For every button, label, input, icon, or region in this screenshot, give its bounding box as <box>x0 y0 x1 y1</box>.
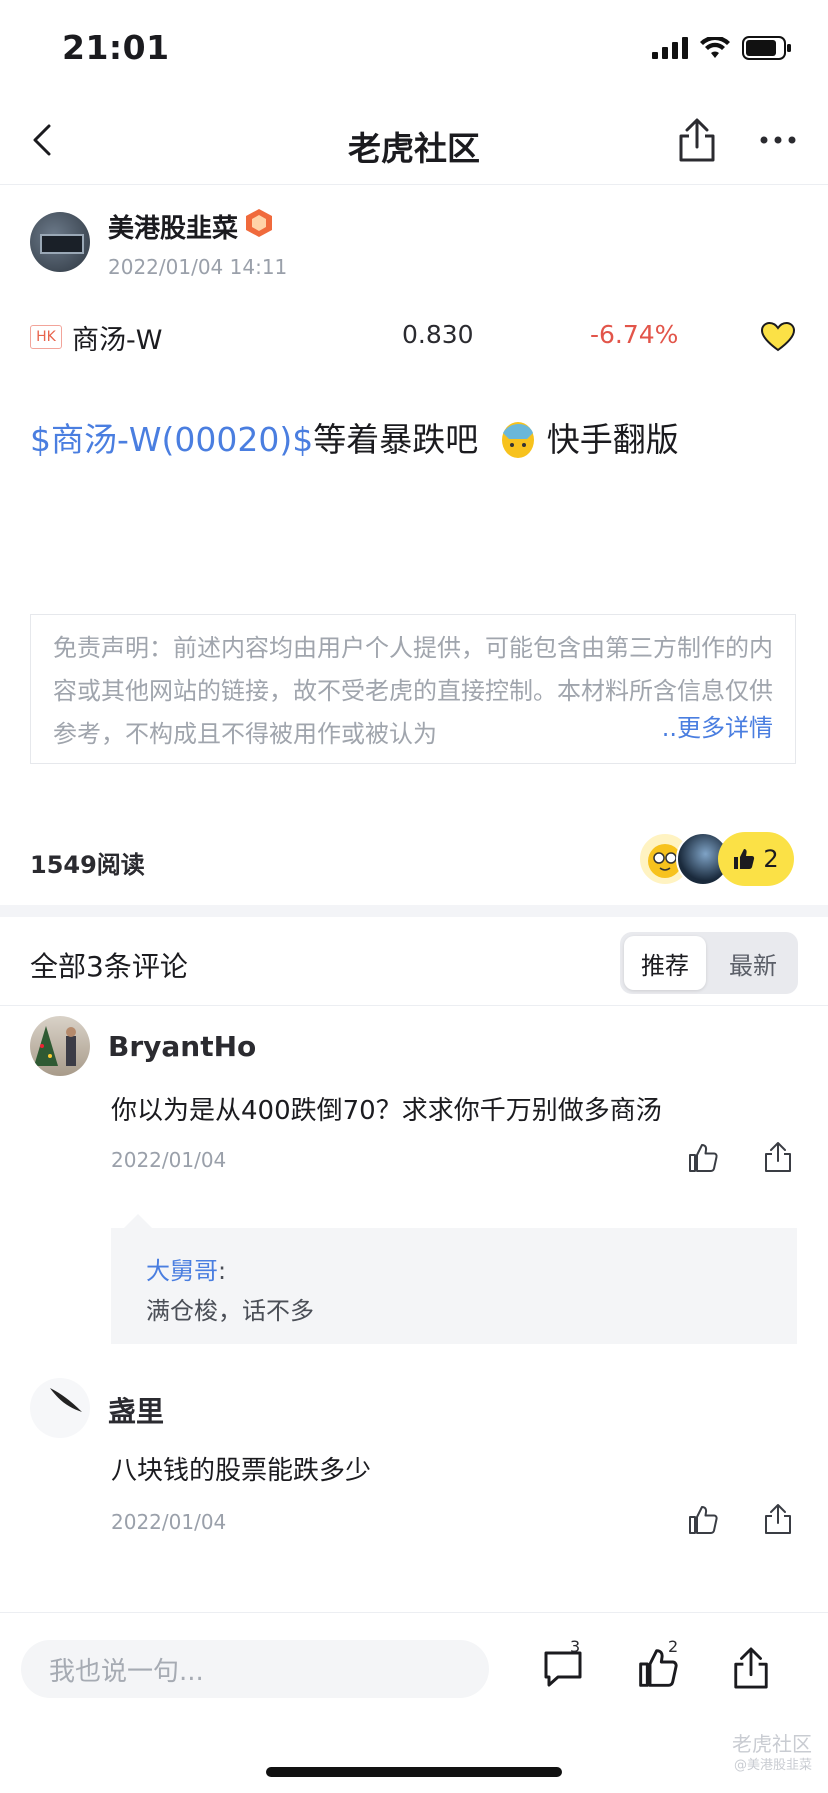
section-divider <box>0 905 828 917</box>
disclaimer-more-link[interactable]: ..更多详情 <box>621 707 773 750</box>
more-button[interactable] <box>758 124 798 156</box>
author-name[interactable]: 美港股韭菜 <box>108 208 238 245</box>
thumbs-up-outline-icon <box>689 1144 718 1172</box>
divider <box>0 1005 828 1006</box>
feather-avatar-icon <box>50 1388 82 1412</box>
facepalm-emoji-icon <box>501 422 534 458</box>
comment-like-button[interactable] <box>686 1502 720 1538</box>
more-icon <box>760 136 796 144</box>
market-badge: HK <box>30 325 62 349</box>
comments-title: 全部3条评论 <box>30 950 188 983</box>
like-pill-button[interactable]: 2 <box>718 832 794 886</box>
post-content: $商汤-W(00020)$等着暴跌吧 快手翻版 <box>30 413 679 461</box>
share-icon <box>734 1647 768 1689</box>
share-icon <box>765 1142 791 1172</box>
post-date: 2022/01/04 14:11 <box>108 255 288 279</box>
share-icon <box>765 1504 791 1534</box>
stock-name[interactable]: 商汤-W <box>72 318 162 357</box>
thumbs-up-icon <box>734 849 755 869</box>
disclaimer-box: 免责声明：前述内容均由用户个人提供，可能包含由第三方制作的内容或其他网站的链接，… <box>30 614 796 764</box>
comment-input[interactable]: 我也说一句... <box>21 1640 489 1698</box>
stock-change: -6.74% <box>590 320 679 349</box>
post-text: 等着暴跌吧 <box>313 420 479 459</box>
comment-share-button[interactable] <box>760 1138 796 1176</box>
post-text-2: 快手翻版 <box>546 420 679 459</box>
reply-box[interactable] <box>111 1228 797 1344</box>
stock-price: 0.830 <box>402 320 474 349</box>
watermark: 老虎社区 @美港股韭菜 <box>732 1733 812 1777</box>
author-avatar[interactable] <box>30 212 90 272</box>
comment-count-badge: 3 <box>570 1637 581 1656</box>
like-count: 2 <box>763 845 779 873</box>
reply-pointer <box>124 1214 152 1228</box>
share-button[interactable] <box>674 114 720 166</box>
read-count: 1549阅读 <box>30 851 145 879</box>
comment-author[interactable]: BryantHo <box>108 1030 256 1063</box>
comment-avatar[interactable] <box>30 1016 90 1076</box>
comment-text: 你以为是从400跌倒70？求求你千万别做多商汤 <box>111 1096 662 1126</box>
comment-avatar[interactable] <box>30 1378 90 1438</box>
comment-date: 2022/01/04 <box>111 1148 227 1172</box>
comment-share-button[interactable] <box>760 1500 796 1538</box>
thumbs-up-outline-icon <box>689 1506 718 1534</box>
watchlist-button[interactable] <box>758 318 798 356</box>
comments-button[interactable] <box>536 1642 590 1694</box>
tab-latest[interactable]: 最新 <box>712 936 794 990</box>
comment-author[interactable]: 盏里 <box>108 1390 164 1430</box>
status-time: 21:01 <box>62 28 170 67</box>
heart-icon <box>761 322 795 352</box>
stock-tag-link[interactable]: $商汤-W(00020)$ <box>30 420 313 459</box>
bottom-share-button[interactable] <box>728 1640 774 1696</box>
christmas-tree-icon <box>34 1026 76 1066</box>
comment-text: 八块钱的股票能跌多少 <box>111 1456 372 1486</box>
watermark-brand: 老虎社区 <box>732 1732 812 1756</box>
comment-date: 2022/01/04 <box>111 1510 227 1534</box>
home-indicator <box>266 1767 562 1777</box>
signal-icon <box>652 37 688 59</box>
status-icons <box>652 36 792 60</box>
battery-icon <box>742 36 791 60</box>
watermark-user: @美港股韭菜 <box>733 1758 812 1773</box>
share-icon <box>679 118 715 162</box>
comment-like-button[interactable] <box>686 1140 720 1176</box>
reply-author[interactable]: 大舅哥: <box>146 1251 226 1286</box>
reply-text: 满仓梭，话不多 <box>146 1297 314 1325</box>
like-count-badge: 2 <box>668 1637 679 1656</box>
wifi-icon <box>700 37 730 58</box>
tab-recommend[interactable]: 推荐 <box>624 936 706 990</box>
level-badge-icon <box>246 209 272 237</box>
